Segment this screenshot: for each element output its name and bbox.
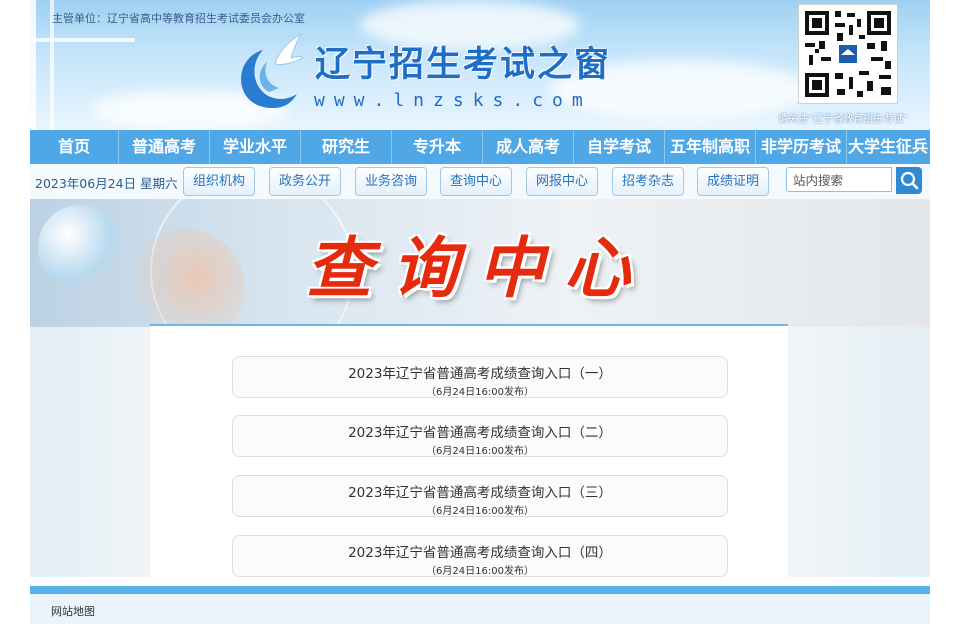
button-zixun[interactable]: 业务咨询 (355, 167, 428, 196)
orb-decoration (38, 205, 122, 289)
button-zuzhi[interactable]: 组织机构 (183, 167, 256, 196)
main-nav: 首页 普通高考 学业水平 研究生 专升本 成人高考 自学考试 五年制高职 非学历… (30, 130, 930, 164)
footer-divider (30, 586, 930, 594)
query-entry-note: （6月24日16:00发布） (426, 446, 534, 457)
nav-item-zhengbing[interactable]: 大学生征兵 (847, 130, 929, 164)
button-wangbao[interactable]: 网报中心 (526, 167, 599, 196)
query-entry-3[interactable]: 2023年辽宁省普通高考成绩查询入口（三） （6月24日16:00发布） (232, 475, 728, 517)
nav-item-zikao[interactable]: 自学考试 (574, 130, 665, 164)
search-icon (900, 171, 919, 190)
query-entry-title: 2023年辽宁省普通高考成绩查询入口（二） (348, 425, 612, 441)
site-header: 主管单位：辽宁省高中等教育招生考试委员会办公室 辽宁招生考试之窗 www.lnz… (30, 0, 930, 130)
nav-item-home[interactable]: 首页 (30, 130, 119, 164)
qr-note: 请关注“辽宁省教育招生考试” (778, 114, 909, 125)
query-entry-2[interactable]: 2023年辽宁省普通高考成绩查询入口（二） （6月24日16:00发布） (232, 415, 728, 457)
site-footer: 网站地图 (30, 594, 930, 624)
query-entry-title: 2023年辽宁省普通高考成绩查询入口（三） (348, 485, 612, 501)
dove-logo-icon (241, 33, 304, 108)
nav-item-chengren[interactable]: 成人高考 (483, 130, 574, 164)
qr-code-icon (798, 4, 898, 104)
query-entry-title: 2023年辽宁省普通高考成绩查询入口（四） (348, 545, 612, 561)
sponsor-text: 主管单位：辽宁省高中等教育招生考试委员会办公室 (52, 12, 305, 25)
sub-bar: 2023年06月24日 星期六 组织机构 政务公开 业务咨询 查询中心 网报中心… (30, 164, 930, 200)
button-zhengming[interactable]: 成绩证明 (697, 167, 770, 196)
query-entry-1[interactable]: 2023年辽宁省普通高考成绩查询入口（一） （6月24日16:00发布） (232, 356, 728, 398)
nav-item-xueye[interactable]: 学业水平 (210, 130, 301, 164)
search-input[interactable]: 站内搜索 (786, 167, 892, 192)
site-url: www.lnzsks.com (314, 90, 592, 111)
current-date: 2023年06月24日 星期六 (35, 176, 178, 191)
search-button[interactable] (896, 167, 922, 194)
banner-title: 查询中心 (306, 229, 650, 307)
nav-item-yanjiusheng[interactable]: 研究生 (301, 130, 392, 164)
nav-item-gaokao[interactable]: 普通高考 (119, 130, 210, 164)
button-zazhi[interactable]: 招考杂志 (612, 167, 685, 196)
site-name: 辽宁招生考试之窗 (315, 45, 612, 85)
page: 主管单位：辽宁省高中等教育招生考试委员会办公室 辽宁招生考试之窗 www.lnz… (30, 0, 930, 624)
nav-item-wunianzhi[interactable]: 五年制高职 (665, 130, 756, 164)
button-chaxun[interactable]: 查询中心 (440, 167, 513, 196)
button-zhengwu[interactable]: 政务公开 (269, 167, 342, 196)
window-frame-decoration (30, 38, 135, 42)
sitemap-link[interactable]: 网站地图 (51, 603, 95, 619)
query-entry-title: 2023年辽宁省普通高考成绩查询入口（一） (348, 366, 612, 382)
query-entry-note: （6月24日16:00发布） (426, 566, 534, 577)
content-area: 2023年辽宁省普通高考成绩查询入口（一） （6月24日16:00发布） 202… (30, 324, 930, 579)
query-entry-4[interactable]: 2023年辽宁省普通高考成绩查询入口（四） （6月24日16:00发布） (232, 535, 728, 577)
query-entry-note: （6月24日16:00发布） (426, 506, 534, 517)
query-entry-note: （6月24日16:00发布） (426, 387, 534, 398)
page-banner: 查询中心 (30, 199, 930, 327)
query-panel: 2023年辽宁省普通高考成绩查询入口（一） （6月24日16:00发布） 202… (150, 324, 788, 579)
nav-item-feixueli[interactable]: 非学历考试 (756, 130, 847, 164)
nav-item-zhuanshengben[interactable]: 专升本 (392, 130, 483, 164)
